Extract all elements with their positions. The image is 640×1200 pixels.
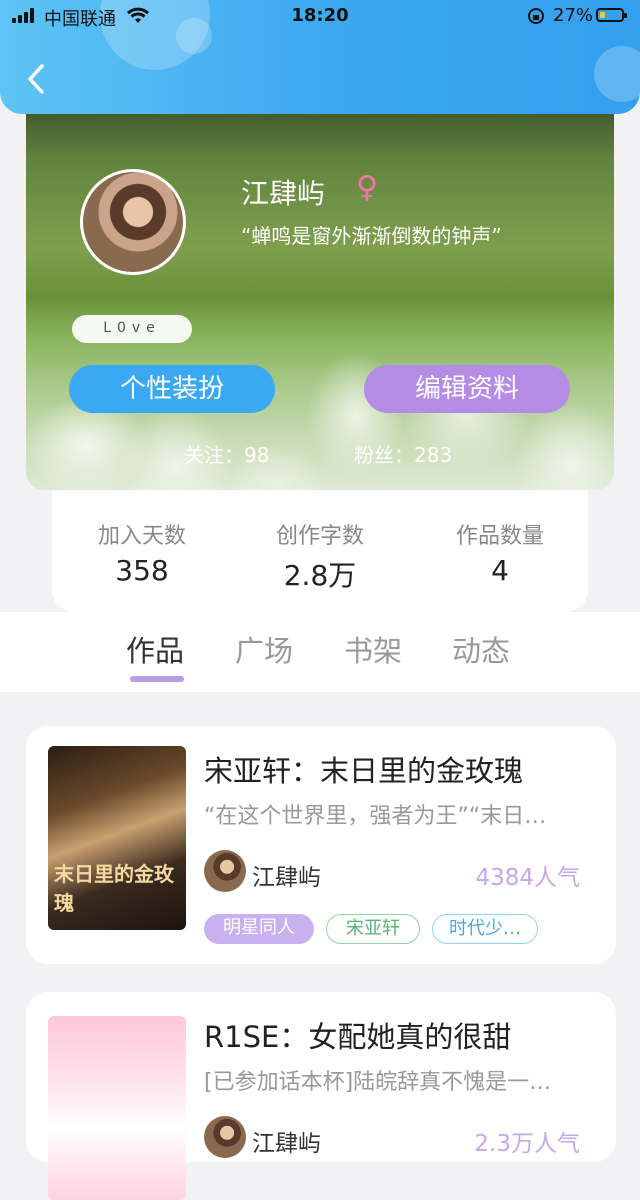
tab-bar: 作品 广场 书架 动态: [0, 612, 640, 692]
user-motto: “蝉鸣是窗外渐渐倒数的钟声”: [241, 224, 502, 248]
rotation-lock-icon: [528, 8, 544, 24]
followers-count[interactable]: 粉丝：283: [354, 439, 452, 468]
tab-bookshelf[interactable]: 书架: [344, 628, 402, 670]
work-card[interactable]: 末日里的金玫瑰 宋亚轩：末日里的金玫瑰 “在这个世界里，强者为王”“末日… 江肆…: [26, 726, 616, 964]
battery-icon: [596, 8, 627, 22]
dress-up-button[interactable]: 个性装扮: [69, 365, 275, 413]
battery-percent: 27%: [553, 5, 594, 26]
author-avatar: [204, 850, 246, 892]
avatar[interactable]: [80, 169, 186, 275]
stat-word-count: 创作字数 2.8万: [230, 518, 410, 594]
work-description: [已参加话本杯]陆皖辞真不愧是一…: [204, 1070, 552, 1095]
author-avatar: [204, 1116, 246, 1158]
stat-label: 加入天数: [97, 524, 186, 549]
book-cover[interactable]: 末日里的金玫瑰: [48, 746, 186, 930]
tab-indicator: [130, 676, 184, 682]
stat-label: 作品数量: [455, 524, 544, 549]
stat-label: 创作字数: [275, 524, 364, 549]
badge: L0ve: [72, 315, 192, 343]
popularity: 2.3万人气: [474, 1131, 580, 1157]
work-card[interactable]: R1SE：女配她真的很甜 [已参加话本杯]陆皖辞真不愧是一… 江肆屿 2.3万人…: [26, 992, 616, 1200]
tag[interactable]: 宋亚轩: [326, 914, 420, 944]
back-arrow-icon[interactable]: [20, 62, 54, 96]
following-count[interactable]: 关注：98: [184, 439, 269, 468]
tag[interactable]: 时代少…: [432, 914, 538, 944]
status-bar: 中国联通 18:20 27%: [0, 4, 640, 30]
tab-activity[interactable]: 动态: [452, 628, 510, 670]
author-name: 江肆屿: [252, 1131, 321, 1157]
stat-value: 4: [491, 554, 509, 587]
book-cover[interactable]: [48, 1016, 186, 1200]
stat-value: 358: [115, 554, 169, 587]
author-name: 江肆屿: [252, 865, 321, 891]
stats-panel: 加入天数 358 创作字数 2.8万 作品数量 4: [52, 488, 588, 612]
work-description: “在这个世界里，强者为王”“末日…: [204, 804, 547, 829]
work-title[interactable]: R1SE：女配她真的很甜: [204, 1014, 511, 1056]
user-name: 江肆屿: [241, 177, 326, 210]
top-bar: 中国联通 18:20 27%: [0, 0, 640, 114]
tag[interactable]: 明星同人: [204, 914, 314, 944]
tab-square[interactable]: 广场: [235, 628, 293, 670]
stat-join-days: 加入天数 358: [52, 518, 232, 587]
popularity: 4384人气: [475, 865, 580, 891]
stat-works-count: 作品数量 4: [410, 518, 590, 587]
edit-profile-button[interactable]: 编辑资料: [364, 365, 570, 413]
stat-value: 2.8万: [283, 559, 357, 592]
decor-bubble: [594, 46, 640, 102]
cover-title: 末日里的金玫瑰: [54, 862, 174, 915]
work-title[interactable]: 宋亚轩：末日里的金玫瑰: [204, 748, 523, 790]
tab-works[interactable]: 作品: [126, 628, 184, 670]
female-icon: ♀: [356, 170, 378, 205]
profile-header: 江肆屿 ♀ “蝉鸣是窗外渐渐倒数的钟声” L0ve 个性装扮 编辑资料 关注：9…: [26, 86, 614, 490]
